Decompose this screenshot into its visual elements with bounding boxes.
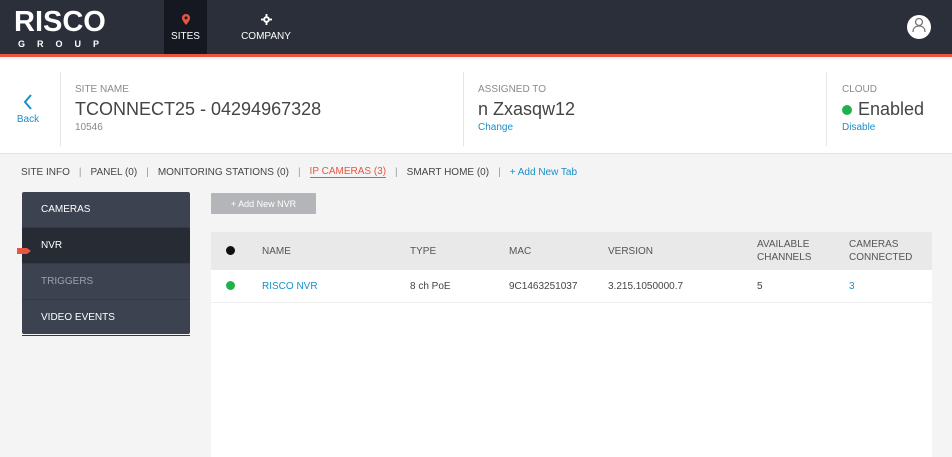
tab-ip-cameras[interactable]: IP CAMERAS (3) <box>309 166 387 178</box>
column-header-version[interactable]: VERSION <box>608 245 653 258</box>
gear-icon <box>260 13 272 27</box>
tab-separator: | <box>146 166 149 178</box>
nvr-version: 3.215.1050000.7 <box>608 281 684 292</box>
ip-cameras-side-menu: CAMERAS NVR TRIGGERS VIDEO EVENTS <box>22 192 190 336</box>
top-navigation-bar: RISCO GROUP SITES COMPANY <box>0 0 952 57</box>
side-menu-item-triggers[interactable]: TRIGGERS <box>22 264 190 300</box>
column-header-available-channels[interactable]: AVAILABLE CHANNELS <box>757 238 811 264</box>
add-new-nvr-button[interactable]: + Add New NVR <box>211 193 316 214</box>
nvr-mac: 9C1463251037 <box>509 281 578 292</box>
user-icon <box>912 17 926 38</box>
column-header-name[interactable]: NAME <box>262 245 291 258</box>
site-tabs: SITE INFO | PANEL (0) | MONITORING STATI… <box>21 165 577 179</box>
side-menu-item-nvr[interactable]: NVR <box>22 228 190 264</box>
tab-panel[interactable]: PANEL (0) <box>91 167 138 178</box>
nvr-cameras-connected-link[interactable]: 3 <box>849 280 855 293</box>
status-dot-icon <box>842 104 852 115</box>
back-label: Back <box>16 114 40 125</box>
tab-monitoring-stations[interactable]: MONITORING STATIONS (0) <box>158 167 289 178</box>
side-menu-item-cameras[interactable]: CAMERAS <box>22 192 190 228</box>
logo-wordmark: RISCO <box>14 6 106 38</box>
side-menu-item-video-events[interactable]: VIDEO EVENTS <box>22 300 190 336</box>
tab-separator: | <box>395 166 398 178</box>
column-header-cameras-connected[interactable]: CAMERAS CONNECTED <box>849 238 912 264</box>
column-header-mac[interactable]: MAC <box>509 245 531 258</box>
site-id: 10546 <box>75 122 103 133</box>
column-header-type[interactable]: TYPE <box>410 245 436 258</box>
divider <box>60 72 61 146</box>
cloud-status: Enabled <box>842 99 924 120</box>
site-name-label: SITE NAME <box>75 84 129 95</box>
tab-separator: | <box>297 166 301 178</box>
nvr-table-header <box>211 232 932 270</box>
column-header-available-line2: CHANNELS <box>757 252 812 263</box>
divider <box>826 72 827 146</box>
site-name: TCONNECT25 - 04294967328 <box>75 99 322 119</box>
assigned-to-value: n Zxasqw12 <box>478 99 576 119</box>
nvr-available-channels: 5 <box>757 281 763 292</box>
nvr-name-link[interactable]: RISCO NVR <box>262 280 318 293</box>
tab-smart-home[interactable]: SMART HOME (0) <box>407 167 489 178</box>
online-status-dot-icon <box>226 281 235 290</box>
user-avatar[interactable] <box>907 15 931 39</box>
nvr-type: 8 ch PoE <box>410 281 451 292</box>
column-header-available-line1: AVAILABLE <box>757 239 810 250</box>
tab-site-info[interactable]: SITE INFO <box>21 167 70 178</box>
status-column-dot-icon <box>226 246 235 255</box>
logo-subtitle: GROUP <box>18 39 112 49</box>
nav-tab-sites-label: SITES <box>171 30 200 42</box>
active-item-marker-icon <box>17 242 31 254</box>
nav-tab-company[interactable]: COMPANY <box>237 0 295 54</box>
column-header-connected-line2: CONNECTED <box>849 252 913 263</box>
column-header-connected-line1: CAMERAS <box>849 239 899 250</box>
map-pin-icon <box>181 13 190 27</box>
tab-separator: | <box>498 166 501 178</box>
chevron-left-icon <box>11 94 45 112</box>
assigned-to-label: ASSIGNED TO <box>478 84 546 95</box>
nav-tab-sites[interactable]: SITES <box>164 0 207 54</box>
table-row-divider <box>211 302 932 303</box>
add-new-tab-link[interactable]: + Add New Tab <box>510 167 577 178</box>
tab-separator: | <box>78 166 82 178</box>
risco-logo[interactable]: RISCO GROUP <box>14 6 114 50</box>
nav-tab-company-label: COMPANY <box>241 30 291 42</box>
cloud-status-text: Enabled <box>858 99 925 119</box>
back-button[interactable]: Back <box>11 94 45 125</box>
disable-link[interactable]: Disable <box>842 122 875 133</box>
divider <box>463 72 464 146</box>
change-link[interactable]: Change <box>478 122 513 133</box>
cloud-label: CLOUD <box>842 84 878 95</box>
